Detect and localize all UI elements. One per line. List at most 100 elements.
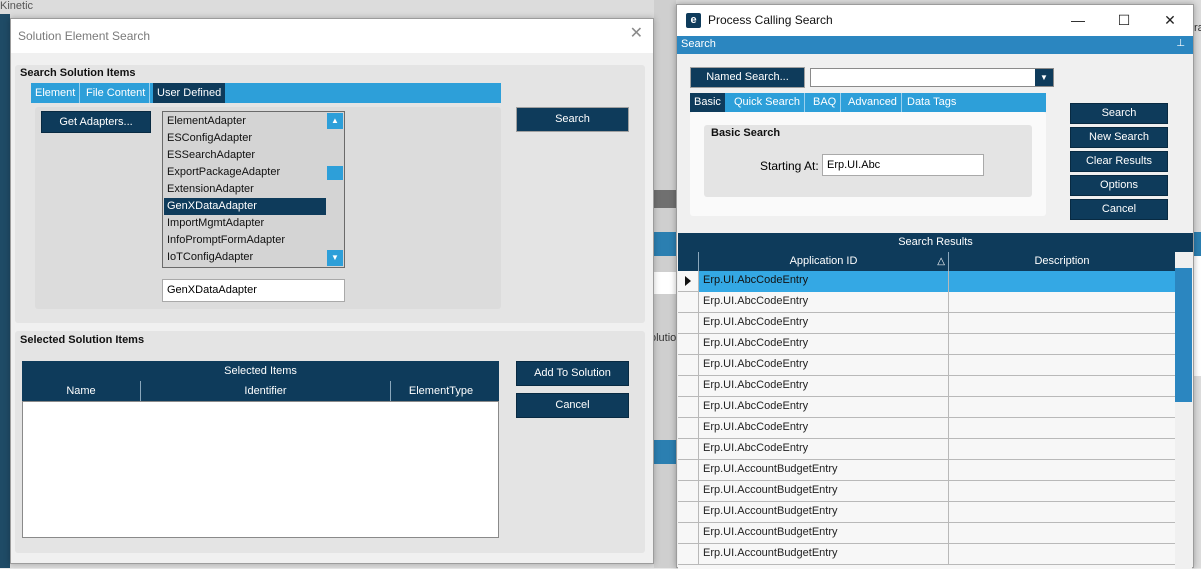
table-row[interactable]: Erp.UI.AbcCodeEntry <box>678 397 1175 418</box>
bg-app-title: Kinetic <box>0 0 34 12</box>
table-row[interactable]: Erp.UI.AccountBudgetEntry <box>678 460 1175 481</box>
cell-description[interactable] <box>949 271 1175 292</box>
add-to-solution-button[interactable]: Add To Solution <box>516 361 629 386</box>
selected-solution-items-panel: Selected Solution Items Selected Items N… <box>15 331 645 553</box>
cancel-button[interactable]: Cancel <box>1070 199 1168 220</box>
cell-description[interactable] <box>949 481 1175 502</box>
cell-description[interactable] <box>949 313 1175 334</box>
epicor-logo-icon: e <box>686 13 701 28</box>
table-row[interactable]: Erp.UI.AccountBudgetEntry <box>678 544 1175 565</box>
cell-application-id[interactable]: Erp.UI.AccountBudgetEntry <box>698 502 949 523</box>
scroll-down-icon[interactable]: ▼ <box>327 250 343 266</box>
table-row[interactable]: Erp.UI.AbcCodeEntry <box>678 313 1175 334</box>
tab-element[interactable]: Element <box>31 83 81 103</box>
tab-file-content[interactable]: File Content <box>82 83 151 103</box>
cell-description[interactable] <box>949 355 1175 376</box>
table-row[interactable]: Erp.UI.AbcCodeEntry <box>678 334 1175 355</box>
cell-application-id[interactable]: Erp.UI.AbcCodeEntry <box>698 313 949 334</box>
column-header-element-type[interactable]: ElementType <box>391 381 491 401</box>
minimize-icon[interactable]: — <box>1063 9 1093 31</box>
pin-icon[interactable]: ⊥ <box>1176 38 1185 49</box>
cell-application-id[interactable]: Erp.UI.AccountBudgetEntry <box>698 460 949 481</box>
window-title: Process Calling Search <box>708 13 833 27</box>
cell-application-id[interactable]: Erp.UI.AccountBudgetEntry <box>698 481 949 502</box>
list-item[interactable]: IoTConfigAdapter <box>164 249 326 266</box>
cell-application-id[interactable]: Erp.UI.AbcCodeEntry <box>698 418 949 439</box>
maximize-icon[interactable]: ☐ <box>1109 9 1139 31</box>
dropdown-arrow-icon[interactable]: ▼ <box>1035 69 1053 86</box>
cell-description[interactable] <box>949 460 1175 481</box>
table-row[interactable]: Erp.UI.AccountBudgetEntry <box>678 481 1175 502</box>
cell-description[interactable] <box>949 334 1175 355</box>
table-row[interactable]: Erp.UI.AbcCodeEntry <box>678 355 1175 376</box>
cell-application-id[interactable]: Erp.UI.AbcCodeEntry <box>698 397 949 418</box>
tab-quick-search[interactable]: Quick Search <box>730 93 806 112</box>
tab-data-tags[interactable]: Data Tags <box>903 93 960 112</box>
clear-results-button[interactable]: Clear Results <box>1070 151 1168 172</box>
cell-description[interactable] <box>949 523 1175 544</box>
cell-description[interactable] <box>949 544 1175 565</box>
new-search-button[interactable]: New Search <box>1070 127 1168 148</box>
column-header-application-id[interactable]: Application ID △ <box>698 252 949 271</box>
cell-description[interactable] <box>949 418 1175 439</box>
list-item-selected[interactable]: GenXDataAdapter <box>164 198 326 215</box>
table-row[interactable]: Erp.UI.AccountBudgetEntry <box>678 523 1175 544</box>
selected-items-grid-body[interactable] <box>22 401 499 538</box>
options-button[interactable]: Options <box>1070 175 1168 196</box>
cell-application-id[interactable]: Erp.UI.AbcCodeEntry <box>698 355 949 376</box>
table-row[interactable]: Erp.UI.AbcCodeEntry <box>678 439 1175 460</box>
table-row[interactable]: Erp.UI.AbcCodeEntry <box>678 376 1175 397</box>
window-titlebar: e Process Calling Search — ☐ ✕ <box>677 5 1193 36</box>
table-row[interactable]: Erp.UI.AbcCodeEntry <box>678 271 1175 292</box>
cell-application-id[interactable]: Erp.UI.AbcCodeEntry <box>698 292 949 313</box>
table-row[interactable]: Erp.UI.AbcCodeEntry <box>678 418 1175 439</box>
cell-description[interactable] <box>949 502 1175 523</box>
tab-basic[interactable]: Basic <box>690 93 725 112</box>
scroll-up-icon[interactable]: ▲ <box>327 113 343 129</box>
listbox-scroll-thumb[interactable] <box>327 166 343 180</box>
cancel-button[interactable]: Cancel <box>516 393 629 418</box>
close-icon[interactable]: ✕ <box>1155 9 1185 31</box>
cell-application-id[interactable]: Erp.UI.AbcCodeEntry <box>698 439 949 460</box>
list-item[interactable]: ExportPackageAdapter <box>164 164 326 181</box>
cell-description[interactable] <box>949 376 1175 397</box>
search-solution-items-panel: Search Solution Items Element File Conte… <box>15 65 645 323</box>
tab-user-defined[interactable]: User Defined <box>153 83 226 103</box>
list-item[interactable]: ESSearchAdapter <box>164 147 326 164</box>
cell-application-id[interactable]: Erp.UI.AbcCodeEntry <box>698 271 949 292</box>
named-search-dropdown[interactable]: ▼ <box>810 68 1054 87</box>
column-header-identifier[interactable]: Identifier <box>141 381 391 401</box>
adapter-value-field[interactable]: GenXDataAdapter <box>162 279 345 302</box>
search-button[interactable]: Search <box>1070 103 1168 124</box>
cell-application-id[interactable]: Erp.UI.AbcCodeEntry <box>698 376 949 397</box>
tab-advanced[interactable]: Advanced <box>844 93 902 112</box>
results-scroll-thumb[interactable] <box>1175 268 1192 402</box>
list-item[interactable]: ESConfigAdapter <box>164 130 326 147</box>
cell-description[interactable] <box>949 292 1175 313</box>
list-item[interactable]: ImportMgmtAdapter <box>164 215 326 232</box>
named-search-button[interactable]: Named Search... <box>690 67 805 88</box>
adapter-listbox[interactable]: ElementAdapter ESConfigAdapter ESSearchA… <box>162 111 345 268</box>
starting-at-input[interactable]: Erp.UI.Abc <box>822 154 984 176</box>
column-header-name[interactable]: Name <box>22 381 141 401</box>
table-row[interactable]: Erp.UI.AbcCodeEntry <box>678 292 1175 313</box>
results-grid-header: Application ID △ Description <box>678 252 1175 271</box>
list-item[interactable]: ElementAdapter <box>164 113 326 130</box>
cell-application-id[interactable]: Erp.UI.AbcCodeEntry <box>698 334 949 355</box>
close-icon[interactable]: ✕ <box>630 26 643 42</box>
cell-application-id[interactable]: Erp.UI.AccountBudgetEntry <box>698 523 949 544</box>
get-adapters-button[interactable]: Get Adapters... <box>41 111 151 133</box>
tab-baq[interactable]: BAQ <box>809 93 842 112</box>
search-tabs: Basic Quick Search BAQ Advanced Data Tag… <box>690 93 1046 112</box>
cell-description[interactable] <box>949 439 1175 460</box>
column-header-description[interactable]: Description <box>949 252 1175 271</box>
list-item[interactable]: ExtensionAdapter <box>164 181 326 198</box>
results-scrollbar[interactable] <box>1175 252 1192 569</box>
cell-application-id[interactable]: Erp.UI.AccountBudgetEntry <box>698 544 949 565</box>
basic-search-header: Basic Search <box>711 127 781 139</box>
cell-description[interactable] <box>949 397 1175 418</box>
search-results-title: Search Results <box>678 233 1193 252</box>
search-button[interactable]: Search <box>516 107 629 132</box>
table-row[interactable]: Erp.UI.AccountBudgetEntry <box>678 502 1175 523</box>
list-item[interactable]: InfoPromptFormAdapter <box>164 232 326 249</box>
